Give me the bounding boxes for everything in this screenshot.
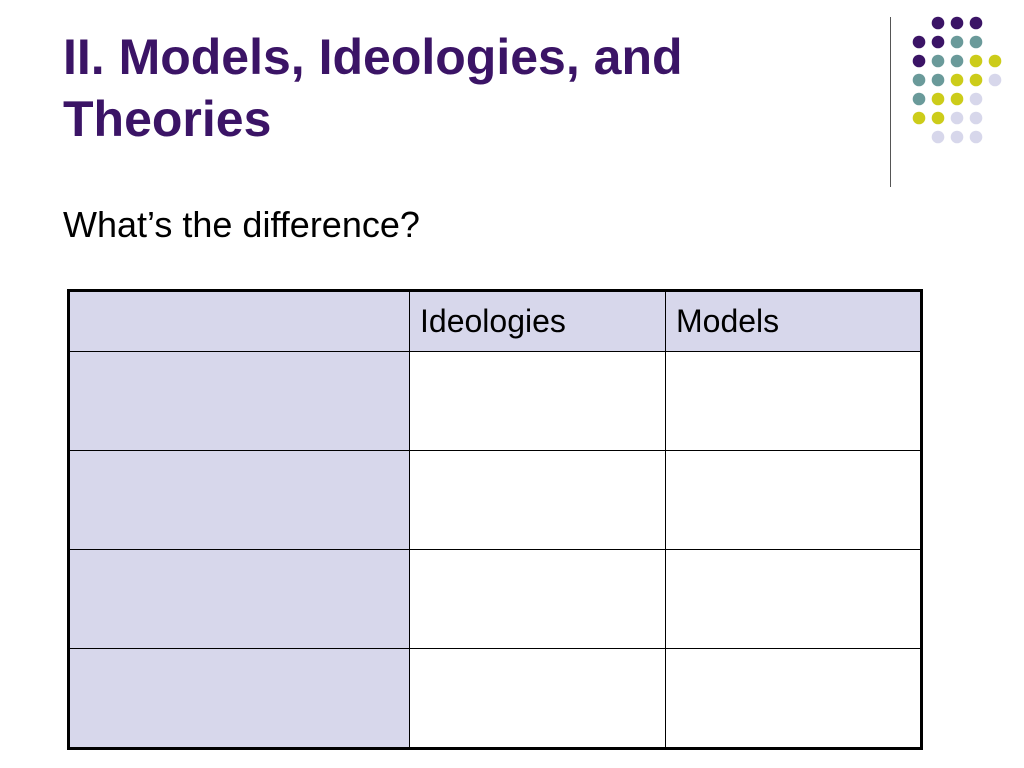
decorative-dot (950, 16, 964, 30)
table-cell (665, 450, 922, 550)
decorative-dot (969, 35, 983, 49)
decorative-dot (950, 111, 964, 125)
table-row (68, 450, 922, 550)
table-row-header-cell (68, 549, 410, 649)
decorative-dot (912, 54, 926, 68)
table-header-cell-ideologies: Ideologies (409, 290, 666, 352)
decorative-dot (969, 73, 983, 87)
decorative-dot (988, 54, 1002, 68)
table-cell (409, 450, 666, 550)
table-header-cell-models: Models (665, 290, 922, 352)
slide: II. Models, Ideologies, and Theories Wha… (0, 0, 1024, 768)
decorative-dot-grid (912, 16, 1002, 144)
decorative-dot (969, 130, 983, 144)
decorative-dot (969, 16, 983, 30)
table-cell (665, 549, 922, 649)
table-row (68, 648, 922, 749)
decorative-dot (950, 130, 964, 144)
decorative-dot (912, 35, 926, 49)
decorative-dot (931, 35, 945, 49)
table-row-header-cell (68, 648, 410, 749)
table-cell (409, 549, 666, 649)
decorative-dot (931, 16, 945, 30)
table-row-header-cell (68, 351, 410, 451)
decorative-dot (912, 111, 926, 125)
comparison-table: Ideologies Models (67, 289, 923, 750)
table-row (68, 351, 922, 451)
table-cell (665, 351, 922, 451)
decorative-dot (912, 73, 926, 87)
table-row (68, 549, 922, 649)
table-cell (665, 648, 922, 749)
decorative-dot (988, 73, 1002, 87)
decorative-dot (969, 92, 983, 106)
decorative-dot (931, 73, 945, 87)
table-header-row: Ideologies Models (68, 290, 922, 352)
decorative-dot (931, 130, 945, 144)
decorative-dot (950, 54, 964, 68)
decorative-dot (950, 73, 964, 87)
decorative-dot (969, 111, 983, 125)
decorative-dot (931, 111, 945, 125)
decorative-dot (912, 92, 926, 106)
decorative-dot (931, 54, 945, 68)
table-cell (409, 351, 666, 451)
slide-subtitle: What’s the difference? (63, 204, 420, 245)
table-cell (409, 648, 666, 749)
table-row-header-cell (68, 450, 410, 550)
decorative-dot (969, 54, 983, 68)
decorative-dot (931, 92, 945, 106)
decorative-dot (950, 35, 964, 49)
table-header-cell-blank (68, 290, 410, 352)
decorative-dot (950, 92, 964, 106)
